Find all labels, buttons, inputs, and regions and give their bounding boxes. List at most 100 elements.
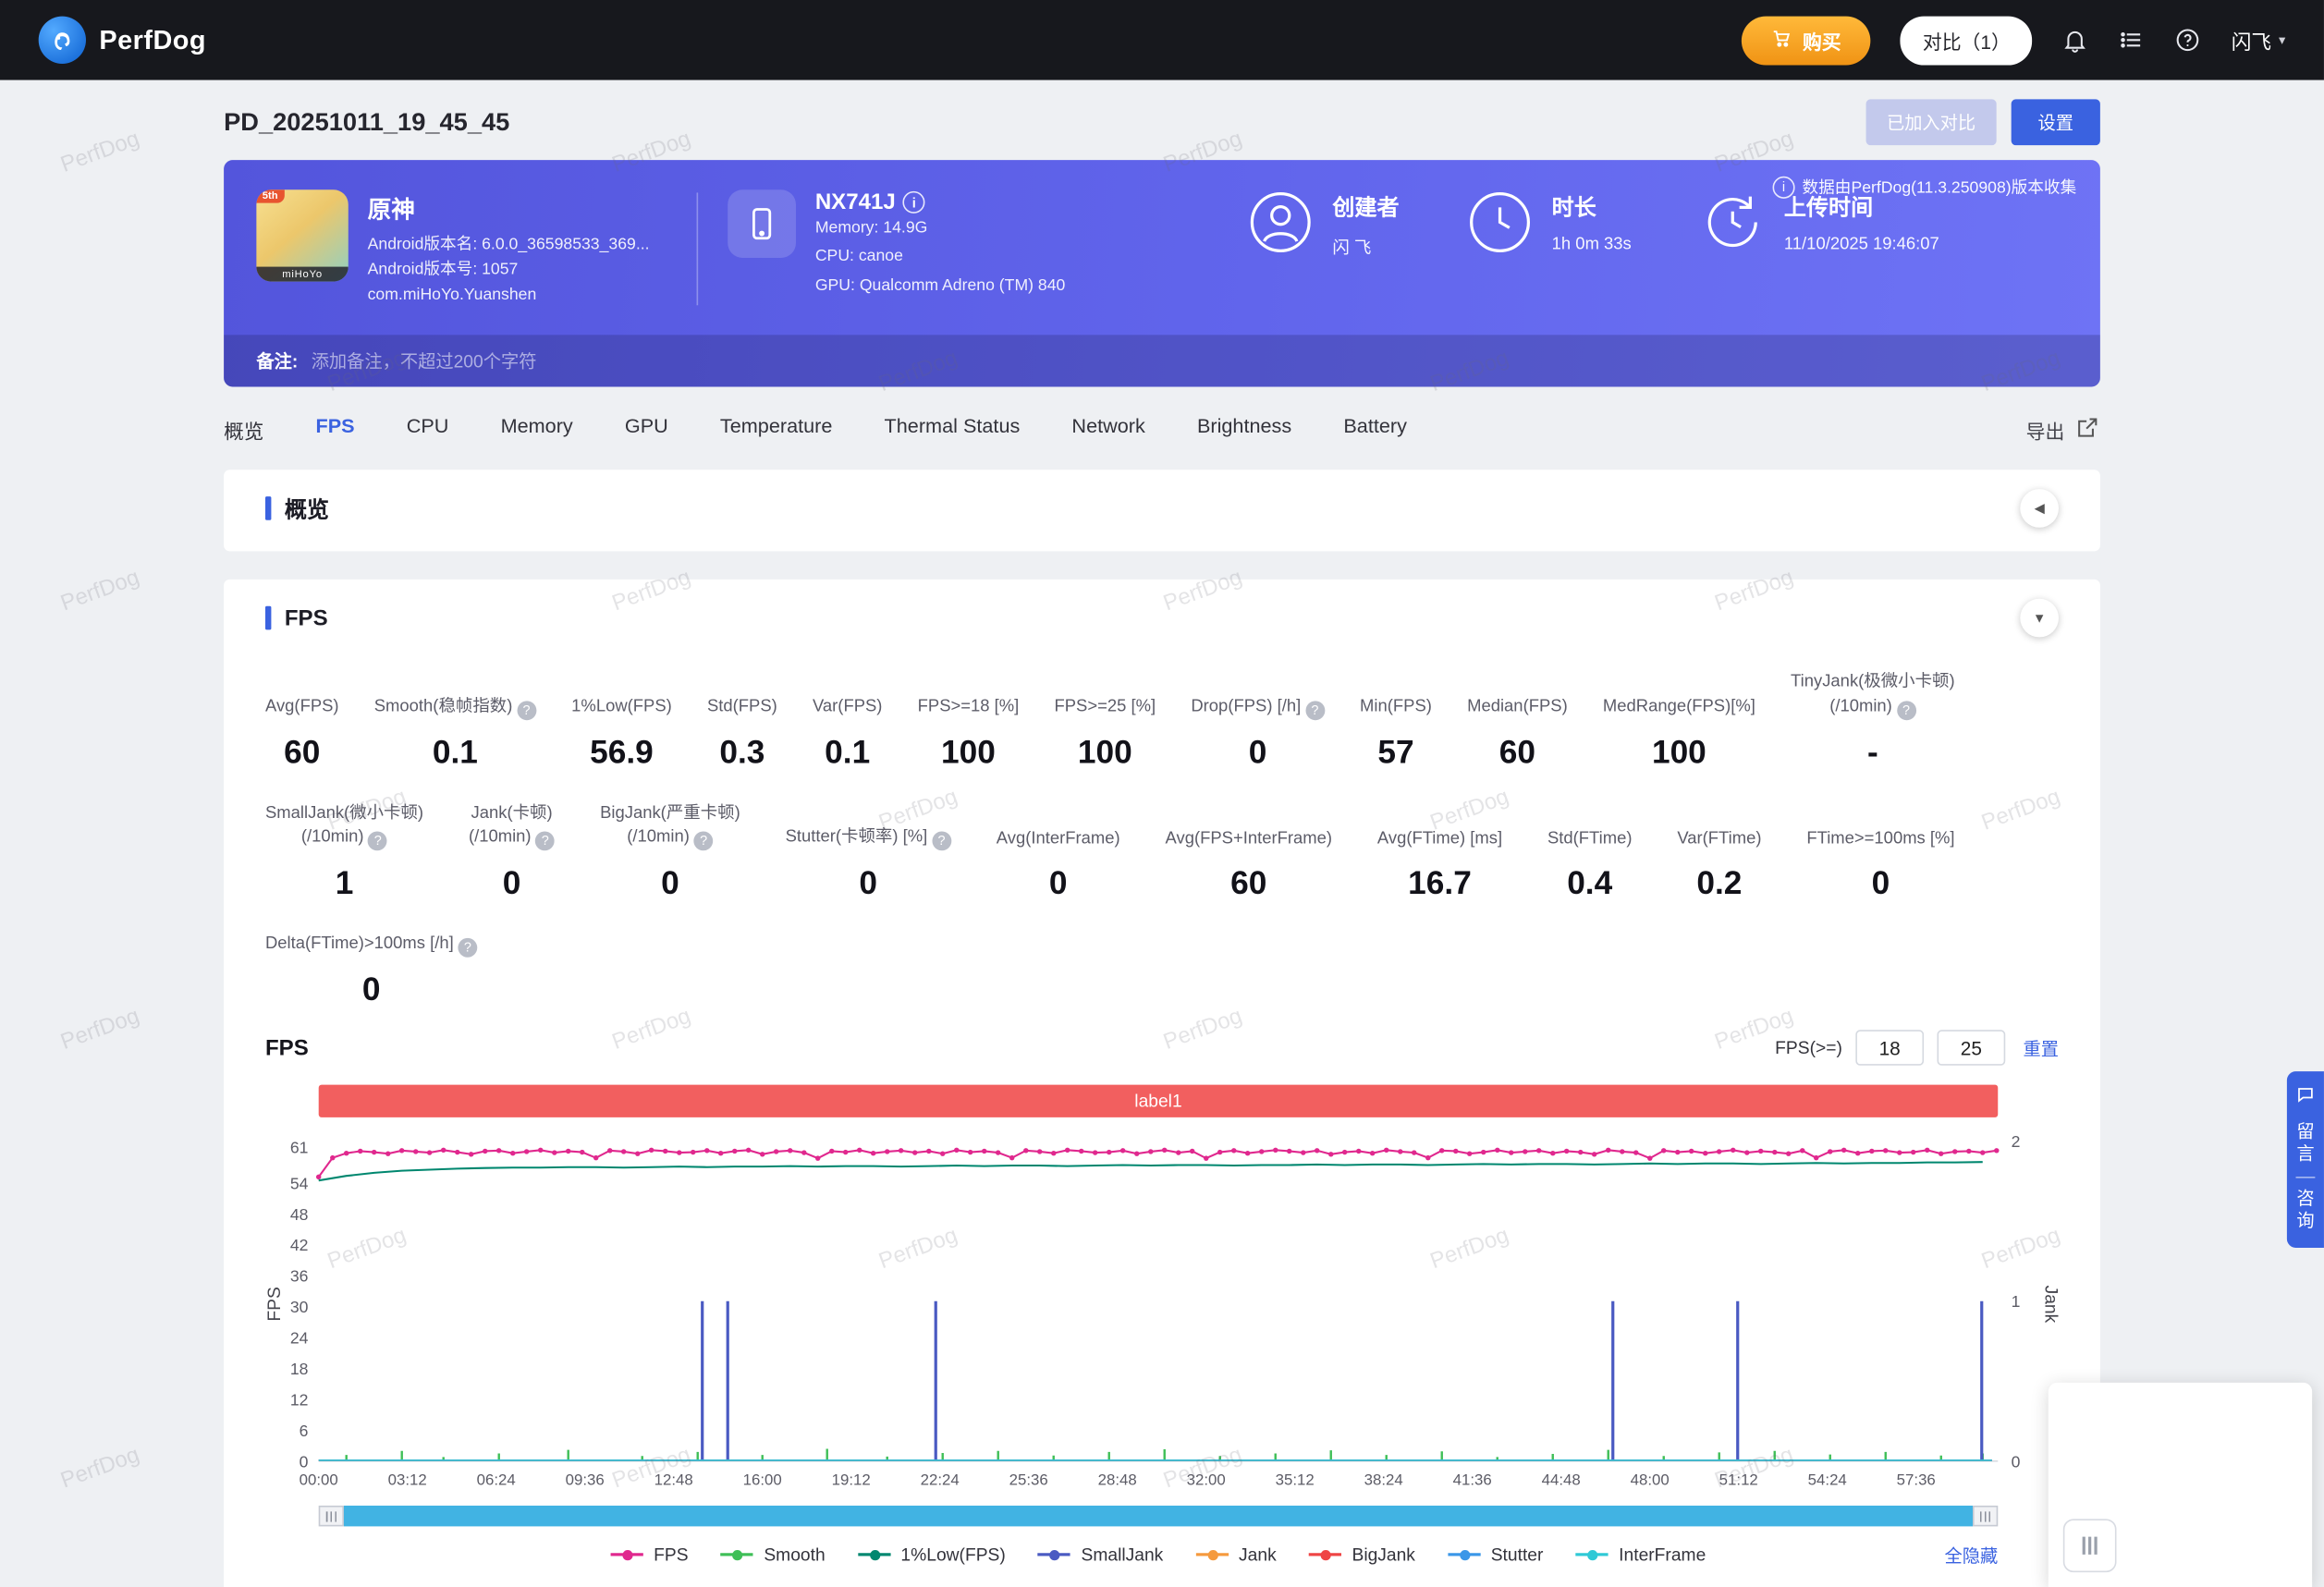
help-icon[interactable]: ? bbox=[458, 938, 478, 958]
reset-link[interactable]: 重置 bbox=[2023, 1036, 2059, 1061]
chart-scrollbar bbox=[318, 1506, 1999, 1528]
perfdog-logo-icon bbox=[38, 16, 86, 64]
metric-value: 0.2 bbox=[1696, 864, 1743, 902]
buy-label: 购买 bbox=[1802, 30, 1841, 53]
help-question-icon[interactable] bbox=[2175, 27, 2202, 54]
tab-Brightness[interactable]: Brightness bbox=[1197, 407, 1291, 454]
scrollbar-track[interactable] bbox=[343, 1506, 1973, 1528]
legend-items: FPS Smooth 1%Low(FPS) SmallJank Jank BigJank S… bbox=[610, 1544, 1706, 1566]
svg-text:19:12: 19:12 bbox=[832, 1471, 871, 1489]
metric: MedRange(FPS)[%] 100 bbox=[1603, 670, 1755, 772]
svg-text:16:00: 16:00 bbox=[743, 1471, 782, 1489]
fps-threshold-input-1[interactable] bbox=[1855, 1031, 1925, 1067]
legend-item-Stutter[interactable]: Stutter bbox=[1448, 1544, 1543, 1566]
device-info: NX741J i Memory: 14.9G CPU: canoe GPU: Q… bbox=[728, 189, 1180, 300]
svg-text:6: 6 bbox=[300, 1422, 309, 1441]
metric-value: 0.1 bbox=[825, 733, 871, 771]
brand-name: PerfDog bbox=[99, 24, 207, 55]
legend-item-BigJank[interactable]: BigJank bbox=[1308, 1544, 1415, 1566]
svg-text:51:12: 51:12 bbox=[1719, 1471, 1758, 1489]
legend-item-1%Low(FPS)[interactable]: 1%Low(FPS) bbox=[857, 1544, 1006, 1566]
help-icon[interactable]: ? bbox=[693, 832, 714, 852]
tab-Memory[interactable]: Memory bbox=[501, 407, 573, 454]
metric-value: 1 bbox=[335, 864, 354, 902]
overview-title: 概览 bbox=[284, 497, 329, 523]
tab-FPS[interactable]: FPS bbox=[316, 407, 355, 454]
section-accent-bar bbox=[264, 605, 272, 630]
metric-label: FTime>=100ms [%] bbox=[1806, 829, 1955, 848]
metric-value: 0.4 bbox=[1567, 864, 1613, 902]
divider bbox=[2295, 1177, 2316, 1178]
help-icon[interactable]: ? bbox=[535, 832, 556, 852]
metric-value: 100 bbox=[1077, 733, 1132, 771]
legend-item-InterFrame[interactable]: InterFrame bbox=[1575, 1544, 1706, 1566]
legend-item-FPS[interactable]: FPS bbox=[610, 1544, 689, 1566]
help-icon[interactable]: ? bbox=[517, 701, 536, 720]
metric-value: 0 bbox=[661, 864, 679, 902]
hide-all-link[interactable]: 全隐藏 bbox=[1945, 1543, 1999, 1568]
overview-collapse-button[interactable]: ◀ bbox=[2020, 489, 2059, 529]
device-model: NX741J i bbox=[815, 189, 1066, 214]
fps-threshold-input-2[interactable] bbox=[1937, 1031, 2006, 1067]
compare-button[interactable]: 对比（1） bbox=[1900, 15, 2033, 65]
scrollbar-right-handle[interactable] bbox=[1972, 1506, 1999, 1528]
svg-text:Jank: Jank bbox=[2041, 1286, 2059, 1324]
clock-icon bbox=[1467, 189, 1533, 262]
drag-handle-icon[interactable] bbox=[2062, 1519, 2117, 1573]
watermark-text: PerfDog bbox=[57, 126, 143, 178]
metric-row-1: Avg(FPS) 60 Smooth(稳帧指数)? 0.1 1%Low(FPS) 56.9… bbox=[265, 670, 2059, 772]
user-menu[interactable]: 闪飞 ▾ bbox=[2232, 25, 2286, 55]
settings-button[interactable]: 设置 bbox=[2011, 99, 2100, 146]
help-icon[interactable]: ? bbox=[1305, 701, 1325, 720]
metric: TinyJank(极微小卡顿) (/10min)? - bbox=[1791, 670, 1955, 772]
legend-label: Jank bbox=[1239, 1544, 1277, 1566]
feedback-side-widget[interactable]: 留言 咨询 bbox=[2286, 1071, 2324, 1248]
upload-value: 11/10/2025 19:46:07 bbox=[1783, 235, 1939, 254]
legend-item-Jank[interactable]: Jank bbox=[1195, 1544, 1277, 1566]
notifications-bell-icon[interactable] bbox=[2062, 27, 2089, 54]
scrollbar-left-handle[interactable] bbox=[318, 1506, 344, 1528]
fps-collapse-button[interactable]: ▼ bbox=[2020, 598, 2059, 638]
tab-Temperature[interactable]: Temperature bbox=[720, 407, 833, 454]
svg-text:0: 0 bbox=[300, 1453, 309, 1471]
svg-text:03:12: 03:12 bbox=[388, 1471, 427, 1489]
fps-card: FPS ▼ Avg(FPS) 60 Smooth(稳帧指数)? 0.1 1%Low(FP… bbox=[224, 580, 2100, 1587]
tab-CPU[interactable]: CPU bbox=[407, 407, 449, 454]
menu-list-icon[interactable] bbox=[2119, 27, 2146, 54]
metric-label: Delta(FTime)>100ms [/h]? bbox=[265, 933, 478, 958]
app-version-code: Android版本号: 1057 bbox=[367, 261, 519, 279]
metric-value: 0 bbox=[1248, 733, 1267, 771]
metric-label: Avg(InterFrame) bbox=[996, 829, 1120, 848]
fps-filter-controls: FPS(>=) 重置 bbox=[1775, 1031, 2059, 1067]
svg-text:44:48: 44:48 bbox=[1542, 1471, 1581, 1489]
tab-Battery[interactable]: Battery bbox=[1343, 407, 1407, 454]
tab-Network[interactable]: Network bbox=[1071, 407, 1144, 454]
legend-item-Smooth[interactable]: Smooth bbox=[720, 1544, 826, 1566]
help-icon[interactable]: ? bbox=[368, 832, 388, 852]
overview-card: 概览 ◀ bbox=[224, 470, 2100, 552]
fps-chart-svg: 06121824303642485461012FPS Jank00:00 03:12… bbox=[265, 1133, 2061, 1490]
svg-text:24: 24 bbox=[290, 1329, 309, 1348]
svg-text:48: 48 bbox=[290, 1206, 309, 1225]
metric-value: 0.1 bbox=[432, 733, 478, 771]
note-input[interactable]: 添加备注，不超过200个字符 bbox=[312, 348, 537, 373]
watermark-text: PerfDog bbox=[57, 1442, 143, 1494]
legend-item-SmallJank[interactable]: SmallJank bbox=[1038, 1544, 1163, 1566]
metric-value: 100 bbox=[1651, 733, 1706, 771]
added-compare-button[interactable]: 已加入对比 bbox=[1865, 99, 1997, 146]
tab-Thermal Status[interactable]: Thermal Status bbox=[885, 407, 1021, 454]
tab-概览[interactable]: 概览 bbox=[224, 407, 263, 454]
metric-label: Stutter(卡顿率) [%]? bbox=[786, 826, 951, 852]
device-info-icon[interactable]: i bbox=[902, 190, 925, 214]
buy-button[interactable]: 购买 bbox=[1742, 15, 1871, 65]
metric-label: Drop(FPS) [/h]? bbox=[1191, 695, 1325, 720]
metric: Std(FTime) 0.4 bbox=[1547, 801, 1633, 903]
metric: Avg(FPS) 60 bbox=[265, 670, 339, 772]
help-icon[interactable]: ? bbox=[1896, 701, 1916, 720]
device-gpu: GPU: Qualcomm Adreno (TM) 840 bbox=[814, 276, 1066, 295]
metric-label: TinyJank(极微小卡顿) bbox=[1791, 673, 1955, 691]
tab-GPU[interactable]: GPU bbox=[625, 407, 668, 454]
export-label: 导出 bbox=[2025, 420, 2065, 443]
help-icon[interactable]: ? bbox=[932, 832, 951, 852]
export-button[interactable]: 导出 bbox=[2026, 415, 2100, 445]
